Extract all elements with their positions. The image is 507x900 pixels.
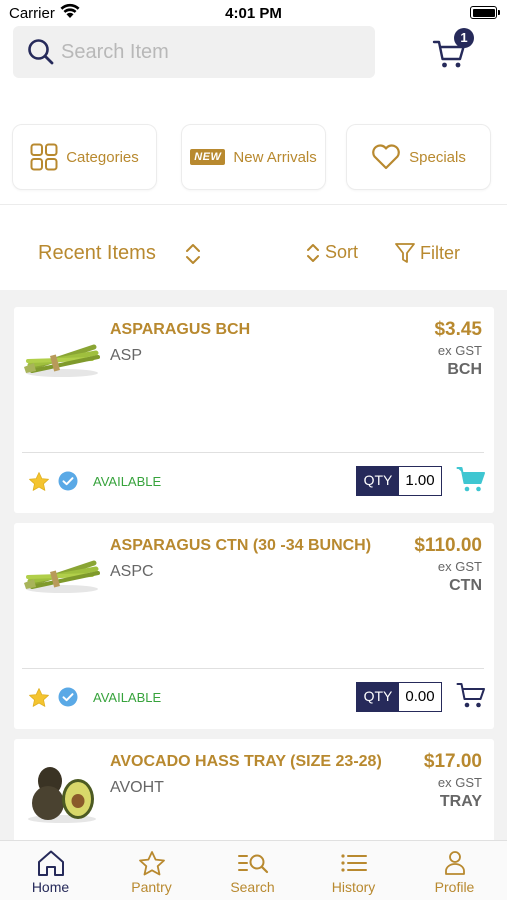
product-code: ASP [110, 347, 143, 364]
battery-icon [470, 6, 500, 19]
asparagus-image [22, 537, 102, 617]
qty-value[interactable]: 0.00 [399, 683, 441, 711]
product-code: ASPC [110, 563, 154, 580]
product-unit: TRAY [439, 793, 482, 810]
filter-label: Filter [420, 242, 460, 263]
verified-check-icon [58, 687, 78, 707]
new-arrivals-label: New Arrivals [233, 148, 317, 166]
tab-search[interactable]: Search [202, 841, 303, 900]
product-card[interactable]: ASPARAGUS BCH ASP $3.45 ex GST BCH AVAIL… [14, 307, 494, 513]
tab-bar: Home Pantry Search History Profile [0, 840, 507, 900]
quantity-stepper[interactable]: QTY 1.00 [356, 466, 442, 496]
cart-button[interactable]: 1 [430, 28, 480, 74]
availability-status: AVAILABLE [93, 474, 162, 489]
home-icon [37, 850, 64, 876]
search-bar[interactable] [13, 26, 375, 78]
product-code: AVOHT [110, 779, 164, 796]
favorite-star-icon[interactable] [28, 471, 50, 493]
search-icon [28, 39, 54, 65]
sort-button[interactable]: Sort [305, 242, 358, 263]
product-unit: CTN [449, 577, 482, 594]
add-to-cart-icon[interactable] [456, 681, 486, 709]
list-title[interactable]: Recent Items [38, 242, 156, 265]
chevron-updown-icon[interactable] [184, 243, 202, 265]
tab-history-label: History [331, 879, 376, 895]
tab-pantry-label: Pantry [131, 879, 172, 895]
person-icon [444, 851, 465, 875]
qty-label: QTY [357, 683, 399, 711]
cart-count-badge: 1 [454, 28, 474, 48]
product-list[interactable]: ASPARAGUS BCH ASP $3.45 ex GST BCH AVAIL… [0, 290, 507, 840]
tab-home[interactable]: Home [0, 841, 101, 900]
avocado-image [22, 753, 102, 833]
tab-history[interactable]: History [303, 841, 404, 900]
product-card[interactable]: AVOCADO HASS TRAY (SIZE 23-28) AVOHT $17… [14, 739, 494, 840]
categories-button[interactable]: Categories [12, 124, 157, 190]
specials-button[interactable]: Specials [346, 124, 491, 190]
qty-label: QTY [357, 467, 399, 495]
tab-home-label: Home [31, 879, 70, 895]
verified-check-icon [58, 471, 78, 491]
product-price: $3.45 [434, 319, 482, 340]
search-input[interactable] [61, 36, 361, 68]
tab-search-label: Search [230, 879, 275, 895]
status-bar: Carrier 4:01 PM [0, 0, 507, 26]
product-price: $17.00 [423, 751, 482, 772]
tab-pantry[interactable]: Pantry [101, 841, 202, 900]
product-name[interactable]: ASPARAGUS CTN (30 -34 BUNCH) [110, 537, 371, 555]
section-divider [0, 204, 507, 205]
product-price: $110.00 [414, 535, 482, 556]
product-unit: BCH [447, 361, 482, 378]
tab-profile[interactable]: Profile [404, 841, 505, 900]
availability-status: AVAILABLE [93, 690, 162, 705]
card-divider [22, 668, 484, 669]
heart-icon [372, 144, 400, 170]
product-tax-note: ex GST [437, 775, 482, 790]
product-name[interactable]: ASPARAGUS BCH [110, 321, 250, 339]
asparagus-image [22, 321, 102, 401]
grid-icon [30, 143, 58, 171]
favorite-star-icon[interactable] [28, 687, 50, 709]
list-icon [340, 854, 367, 872]
product-tax-note: ex GST [437, 559, 482, 574]
product-tax-note: ex GST [437, 343, 482, 358]
star-icon [138, 850, 165, 875]
categories-label: Categories [66, 148, 139, 166]
product-card[interactable]: ASPARAGUS CTN (30 -34 BUNCH) ASPC $110.0… [14, 523, 494, 729]
qty-value[interactable]: 1.00 [399, 467, 441, 495]
filter-icon [395, 243, 415, 263]
specials-label: Specials [409, 148, 466, 166]
new-tag-icon: NEW [190, 149, 226, 165]
search-list-icon [237, 854, 268, 874]
filter-button[interactable]: Filter [394, 242, 460, 264]
tab-profile-label: Profile [434, 879, 475, 895]
clock-label: 4:01 PM [225, 5, 282, 22]
sort-icon [307, 243, 319, 262]
product-name[interactable]: AVOCADO HASS TRAY (SIZE 23-28) [110, 753, 382, 771]
new-arrivals-button[interactable]: NEW New Arrivals [181, 124, 326, 190]
sort-label: Sort [325, 242, 359, 262]
card-divider [22, 452, 484, 453]
add-to-cart-icon[interactable] [456, 465, 486, 493]
quantity-stepper[interactable]: QTY 0.00 [356, 682, 442, 712]
